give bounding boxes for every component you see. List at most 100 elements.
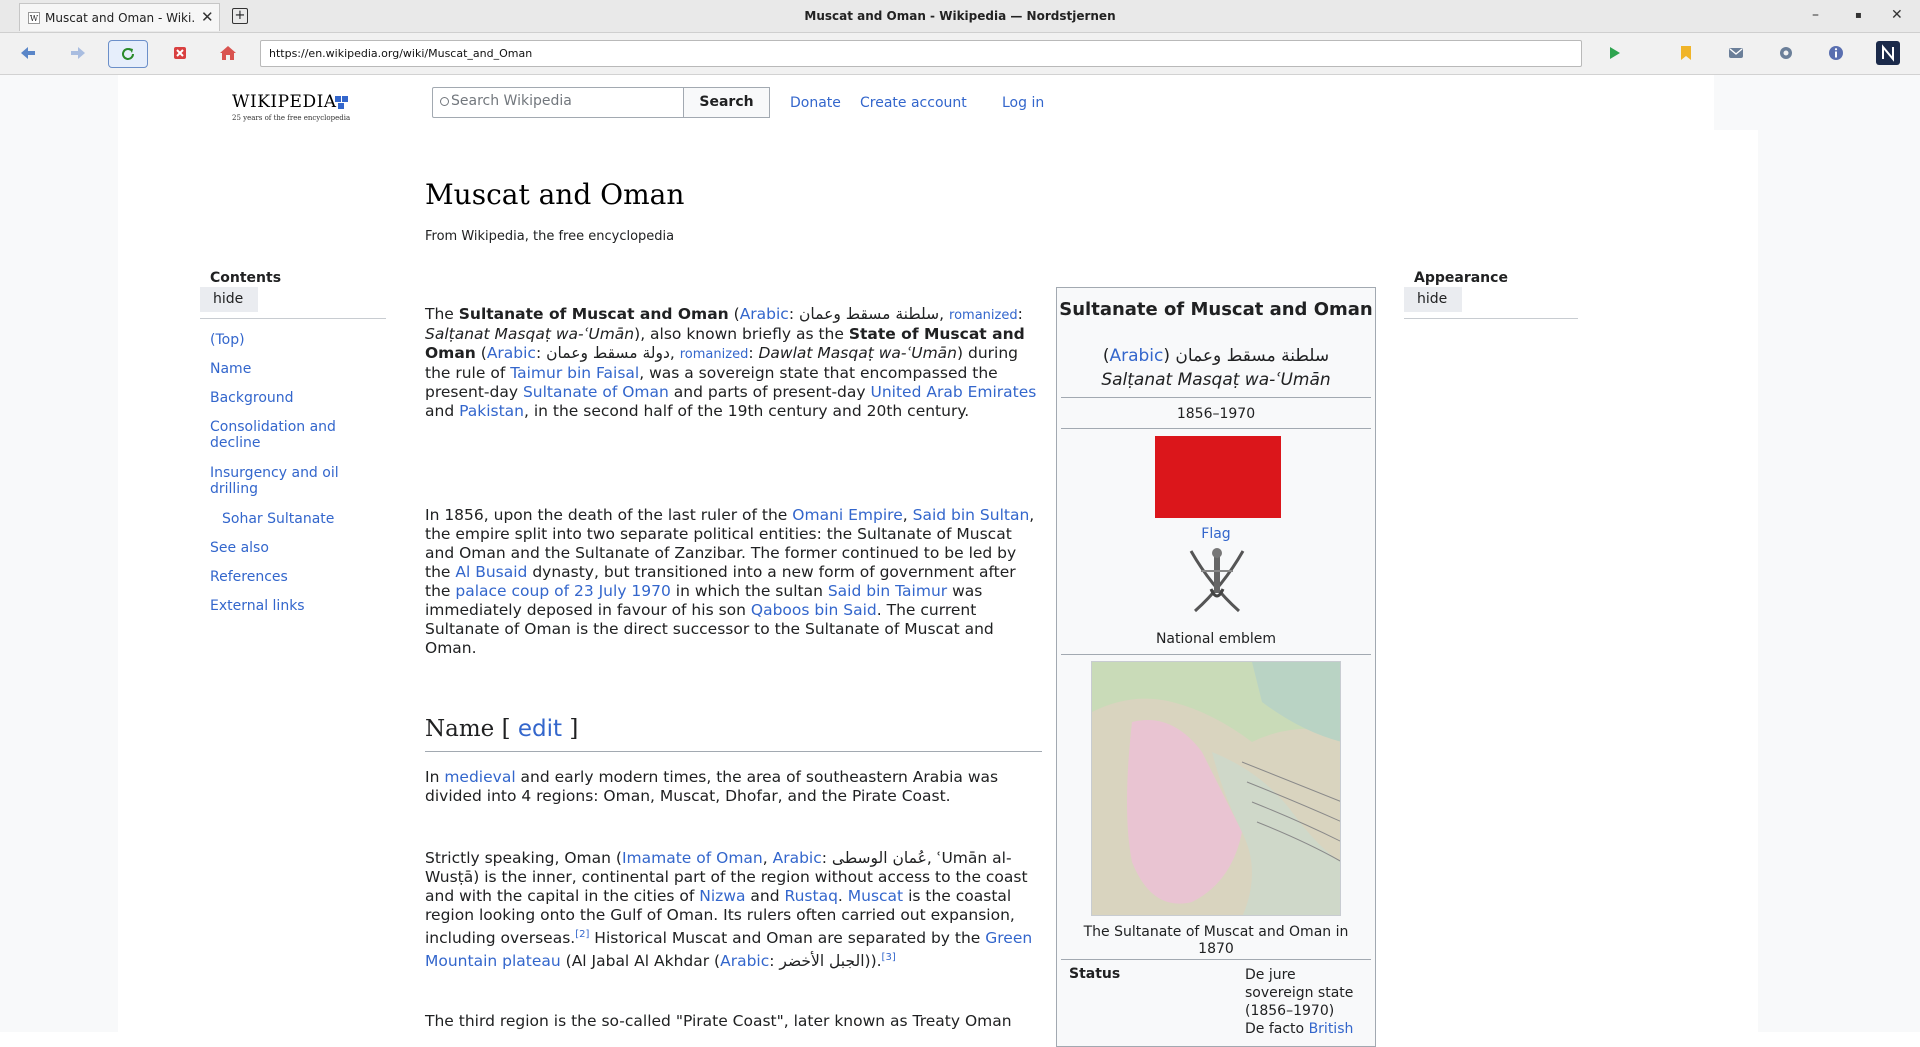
infobox-arabic-link[interactable]: Arabic (1109, 346, 1163, 366)
mail-icon[interactable] (1727, 44, 1745, 62)
map-caption: The Sultanate of Muscat and Oman in 1870 (1083, 924, 1349, 957)
gear-icon[interactable] (1777, 44, 1795, 62)
national-emblem-icon[interactable] (1181, 541, 1253, 626)
flag-image[interactable] (1155, 436, 1281, 518)
new-tab-icon[interactable]: + (232, 8, 248, 24)
infobox-title: Sultanate of Muscat and Oman (1059, 299, 1373, 320)
page-margin-left (0, 75, 118, 1032)
arabic-link[interactable]: Arabic (720, 952, 769, 970)
infobox-divider (1061, 397, 1371, 398)
search-placeholder: Search Wikipedia (451, 93, 572, 109)
historical-map-image[interactable] (1091, 661, 1341, 916)
rustaq-link[interactable]: Rustaq (785, 887, 838, 905)
back-icon[interactable] (16, 41, 40, 65)
reload-icon[interactable] (108, 40, 148, 68)
section-name-text: Name (425, 716, 495, 742)
appearance-hide-button[interactable]: hide (1404, 287, 1462, 312)
create-account-link[interactable]: Create account (860, 95, 967, 111)
intro-paragraph: The Sultanate of Muscat and Oman (Arabic… (425, 305, 1037, 420)
al-busaid-link[interactable]: Al Busaid (455, 563, 527, 581)
toc-item-name[interactable]: Name (210, 361, 251, 377)
uae-link[interactable]: United Arab Emirates (870, 383, 1036, 401)
section-heading-name: Name [ edit ] (425, 716, 1042, 752)
page-title: Muscat and Oman (425, 178, 685, 211)
nizwa-link[interactable]: Nizwa (699, 887, 745, 905)
infobox-romanized: Salṭanat Masqaṭ wa-ʿUmān (1101, 370, 1331, 390)
flag-caption[interactable]: Flag (1057, 526, 1375, 542)
toc-item-references[interactable]: References (210, 569, 288, 585)
page-tagline: From Wikipedia, the free encyclopedia (425, 229, 675, 244)
stop-icon[interactable] (168, 41, 192, 65)
muscat-link[interactable]: Muscat (848, 887, 903, 905)
status-dejure: De jure sovereign state (1856–1970) (1245, 967, 1354, 1019)
play-icon[interactable] (1605, 44, 1623, 62)
infobox-arabic-name: (Arabic) سلطنة مسقط وعمان (1102, 346, 1330, 366)
qaboos-bin-said-link[interactable]: Qaboos bin Said (751, 601, 877, 619)
arabic-link[interactable]: Arabic (487, 344, 536, 362)
infobox-divider (1061, 654, 1371, 655)
toc-divider (200, 318, 386, 319)
name-paragraph-1: In medieval and early modern times, the … (425, 768, 999, 805)
search-icon (440, 97, 449, 106)
infobox-divider (1061, 959, 1371, 960)
status-label: Status (1069, 966, 1121, 982)
appearance-divider (1404, 318, 1578, 319)
forward-icon[interactable] (66, 41, 90, 65)
status-defacto: De facto (1245, 1021, 1305, 1037)
imamate-link[interactable]: Imamate of Oman (622, 849, 763, 867)
arabic-link[interactable]: Arabic (740, 305, 789, 323)
log-in-link[interactable]: Log in (1002, 95, 1044, 111)
taimur-bin-faisal-link[interactable]: Taimur bin Faisal (510, 364, 639, 382)
medieval-link[interactable]: medieval (444, 768, 515, 786)
browser-tab[interactable]: W Muscat and Oman - Wiki... ✕ (19, 3, 220, 31)
toc-item-external-links[interactable]: External links (210, 598, 305, 614)
search-button[interactable]: Search (683, 87, 770, 118)
status-value: De jure sovereign state (1856–1970) De fa… (1245, 966, 1365, 1038)
pakistan-link[interactable]: Pakistan (459, 402, 524, 420)
emblem-caption: National emblem (1155, 631, 1277, 647)
home-icon[interactable] (216, 41, 240, 65)
infobox-divider (1061, 428, 1371, 429)
info-icon[interactable] (1827, 44, 1845, 62)
bookmark-icon[interactable] (1677, 44, 1695, 62)
british-link[interactable]: British (1309, 1021, 1354, 1037)
toc-item-consolidation[interactable]: Consolidation and decline (210, 419, 360, 451)
maximize-icon[interactable]: ▪ (1855, 10, 1862, 21)
toc-item-see-also[interactable]: See also (210, 540, 269, 556)
tab-title: Muscat and Oman - Wiki... (45, 11, 195, 25)
edit-section-link[interactable]: edit (518, 716, 562, 742)
citation-3[interactable]: [3] (882, 952, 896, 963)
browser-navbar: https://en.wikipedia.org/wiki/Muscat_and… (0, 33, 1920, 75)
romanized-link[interactable]: romanized (949, 308, 1018, 323)
romanized-link[interactable]: romanized (680, 347, 749, 362)
minimize-icon[interactable]: – (1812, 7, 1819, 23)
donate-link[interactable]: Donate (790, 95, 841, 111)
infobox-years: 1856–1970 (1176, 406, 1256, 422)
toc-item-insurgency[interactable]: Insurgency and oil drilling (210, 465, 360, 497)
toc-item-top[interactable]: (Top) (210, 332, 245, 348)
close-window-icon[interactable]: ✕ (1891, 7, 1903, 23)
toc-hide-button[interactable]: hide (200, 287, 258, 312)
url-text: https://en.wikipedia.org/wiki/Muscat_and… (269, 47, 533, 60)
palace-coup-link[interactable]: palace coup of 23 July 1970 (455, 582, 671, 600)
url-bar[interactable]: https://en.wikipedia.org/wiki/Muscat_and… (260, 40, 1582, 67)
search-input[interactable]: Search Wikipedia (432, 87, 684, 118)
arabic-link[interactable]: Arabic (773, 849, 822, 867)
said-bin-sultan-link[interactable]: Said bin Sultan (913, 506, 1030, 524)
wikipedia-wordmark[interactable]: WIKIPEDIA (232, 92, 337, 112)
history-paragraph: In 1856, upon the death of the last rule… (425, 506, 1035, 657)
omani-empire-link[interactable]: Omani Empire (792, 506, 902, 524)
window-title: Muscat and Oman - Wikipedia — Nordstjern… (804, 9, 1116, 23)
toc-title: Contents (210, 270, 282, 286)
sultanate-of-oman-link[interactable]: Sultanate of Oman (523, 383, 669, 401)
infobox-arabic-text: سلطنة مسقط وعمان (1175, 346, 1330, 366)
toc-item-sohar[interactable]: Sohar Sultanate (222, 511, 334, 527)
infobox: Sultanate of Muscat and Oman (Arabic) سل… (1056, 287, 1376, 1047)
said-bin-taimur-link[interactable]: Said bin Taimur (828, 582, 947, 600)
wikipedia-favicon-icon: W (28, 12, 40, 24)
citation-2[interactable]: [2] (575, 929, 589, 940)
name-paragraph-3: The third region is the so-called "Pirat… (425, 1012, 1012, 1030)
toc-item-background[interactable]: Background (210, 390, 294, 406)
nordstjernen-icon[interactable] (1876, 41, 1900, 65)
tab-close-icon[interactable]: ✕ (201, 8, 214, 26)
